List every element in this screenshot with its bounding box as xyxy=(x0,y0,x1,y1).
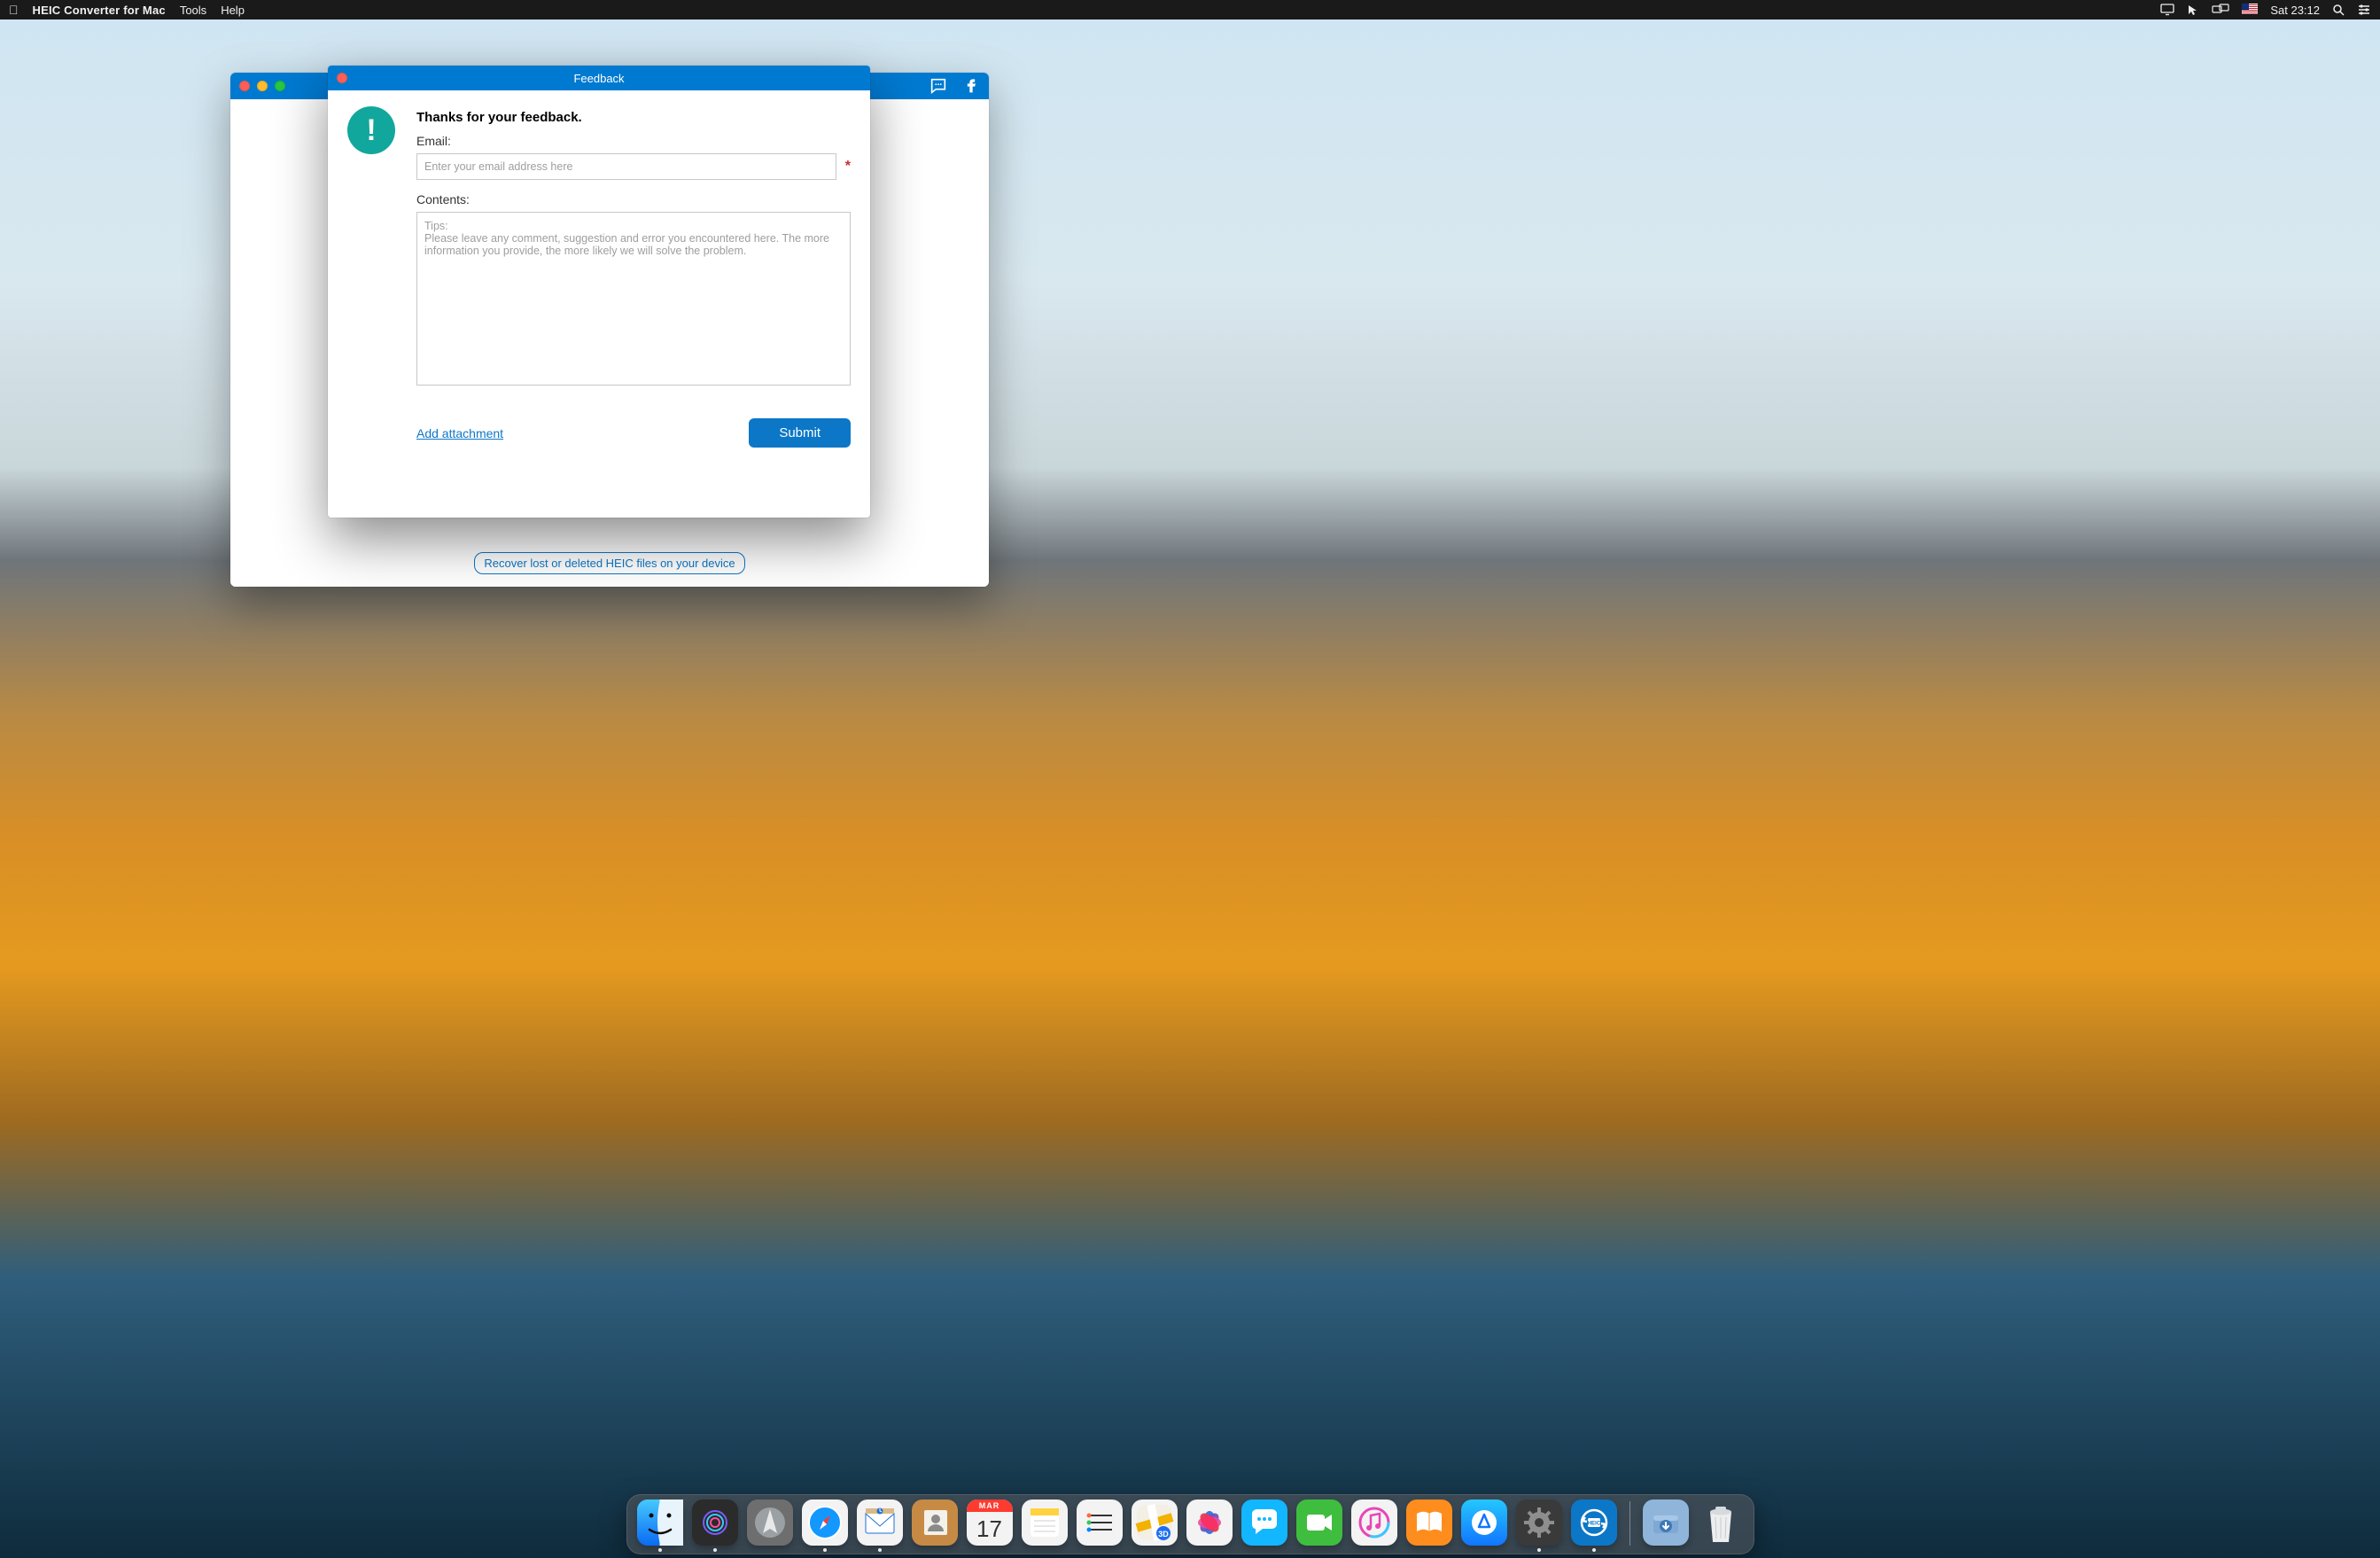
dock-calendar-month: MAR xyxy=(967,1500,1013,1512)
dock-mail-icon[interactable] xyxy=(857,1500,903,1546)
window-minimize-button[interactable] xyxy=(257,81,268,91)
menu-extra-screens-icon[interactable] xyxy=(2212,4,2229,16)
dock-appstore-icon[interactable] xyxy=(1461,1500,1507,1546)
titlebar-facebook-icon[interactable] xyxy=(962,76,980,96)
dock-siri-icon[interactable] xyxy=(692,1500,738,1546)
dock-messages-icon[interactable] xyxy=(1241,1500,1287,1546)
menu-extra-display-icon[interactable] xyxy=(2160,4,2174,16)
window-controls xyxy=(239,81,285,91)
dock-launchpad-icon[interactable] xyxy=(747,1500,793,1546)
dock-reminders-icon[interactable] xyxy=(1077,1500,1123,1546)
dock-maps-icon[interactable]: 3D xyxy=(1132,1500,1178,1546)
dock: MAR 17 3D xyxy=(626,1494,1754,1554)
dock-separator xyxy=(1629,1501,1630,1546)
dock-heic-converter-icon[interactable]: HEIC xyxy=(1571,1500,1617,1546)
dock-finder-icon[interactable] xyxy=(637,1500,683,1546)
feedback-contents-textarea[interactable] xyxy=(416,212,851,386)
dock-system-preferences-icon[interactable] xyxy=(1516,1500,1562,1546)
dock-photos-icon[interactable] xyxy=(1186,1500,1233,1546)
feedback-title: Feedback xyxy=(328,72,870,85)
window-zoom-button[interactable] xyxy=(275,81,285,91)
dock-calendar-day: 17 xyxy=(976,1512,1002,1546)
feedback-heading: Thanks for your feedback. xyxy=(416,110,851,125)
feedback-submit-button[interactable]: Submit xyxy=(749,418,851,448)
dock-safari-icon[interactable] xyxy=(802,1500,848,1546)
menubar-menu-help[interactable]: Help xyxy=(221,4,245,17)
feedback-info-icon: ! xyxy=(347,106,395,154)
menubar-menu-tools[interactable]: Tools xyxy=(180,4,206,17)
feedback-titlebar[interactable]: Feedback xyxy=(328,66,870,90)
dock-ibooks-icon[interactable] xyxy=(1406,1500,1452,1546)
feedback-email-label: Email: xyxy=(416,134,851,148)
dock-facetime-icon[interactable] xyxy=(1296,1500,1342,1546)
macos-menubar:  HEIC Converter for Mac Tools Help Sat … xyxy=(0,0,2380,19)
dock-contacts-icon[interactable] xyxy=(912,1500,958,1546)
dock-downloads-icon[interactable] xyxy=(1643,1500,1689,1546)
feedback-contents-label: Contents: xyxy=(416,192,851,206)
dock-music-icon[interactable] xyxy=(1351,1500,1397,1546)
dock-calendar-icon[interactable]: MAR 17 xyxy=(967,1500,1013,1546)
menu-extra-input-source[interactable] xyxy=(2242,4,2258,17)
control-center-icon[interactable] xyxy=(2357,4,2371,16)
window-close-button[interactable] xyxy=(239,81,250,91)
recover-files-link[interactable]: Recover lost or deleted HEIC files on yo… xyxy=(474,552,744,574)
feedback-email-required-mark: * xyxy=(845,159,851,175)
svg-text:3D: 3D xyxy=(1158,1530,1169,1539)
menu-extra-cursor-icon[interactable] xyxy=(2187,4,2199,16)
feedback-add-attachment-link[interactable]: Add attachment xyxy=(416,426,503,440)
apple-menu-icon[interactable]:  xyxy=(9,3,19,17)
menubar-clock[interactable]: Sat 23:12 xyxy=(2270,4,2320,17)
menubar-app-name[interactable]: HEIC Converter for Mac xyxy=(33,4,166,17)
feedback-dialog: Feedback ! Thanks for your feedback. Ema… xyxy=(328,66,870,518)
dock-trash-icon[interactable] xyxy=(1698,1500,1744,1546)
spotlight-icon[interactable] xyxy=(2332,4,2345,16)
titlebar-feedback-icon[interactable] xyxy=(929,76,948,96)
dock-notes-icon[interactable] xyxy=(1022,1500,1068,1546)
feedback-email-input[interactable] xyxy=(416,153,836,180)
svg-text:HEIC: HEIC xyxy=(1587,1522,1600,1527)
